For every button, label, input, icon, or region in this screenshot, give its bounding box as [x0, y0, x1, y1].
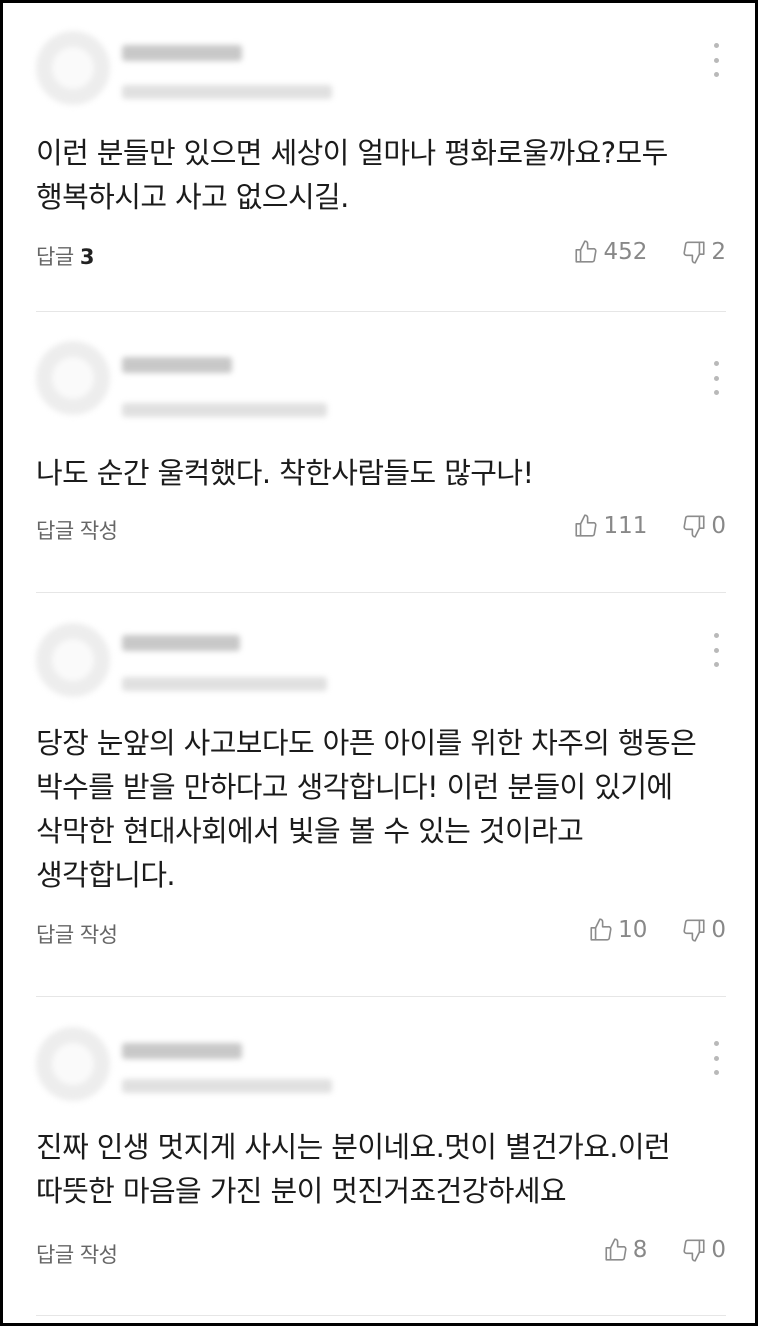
more-options-button[interactable]	[708, 633, 724, 667]
like-button[interactable]: 111	[573, 513, 647, 539]
like-count: 452	[603, 239, 648, 265]
avatar[interactable]	[36, 1027, 110, 1101]
divider	[36, 311, 726, 312]
more-vertical-icon	[713, 1041, 719, 1046]
comment-item: 진짜 인생 멋지게 사시는 분이네요.멋이 별건가요.이런 따뜻한 마음을 가진…	[36, 997, 726, 1317]
thumbs-up-icon	[575, 514, 598, 537]
more-vertical-icon	[713, 361, 719, 366]
thumbs-down-icon	[683, 1239, 705, 1262]
reply-button[interactable]: 답글 작성	[36, 919, 118, 949]
reply-count: 3	[79, 245, 95, 269]
vote-group: 452 2	[573, 239, 726, 265]
comment-item: 당장 눈앞의 사고보다도 아픈 아이를 위한 차주의 행동은 박수를 받을 만하…	[36, 593, 726, 997]
reply-button[interactable]: 답글 작성	[36, 1239, 118, 1269]
more-options-button[interactable]	[708, 1041, 724, 1075]
username-blurred[interactable]	[122, 1043, 242, 1059]
divider	[36, 1315, 726, 1316]
thumbs-down-icon	[683, 515, 705, 538]
like-count: 111	[603, 513, 648, 539]
dislike-count: 0	[711, 1237, 726, 1263]
thumbs-down-icon	[683, 241, 705, 264]
dislike-count: 0	[711, 917, 726, 943]
thumbs-up-icon	[575, 240, 598, 263]
timestamp-blurred	[122, 403, 327, 417]
timestamp-blurred	[122, 1079, 332, 1093]
like-button[interactable]: 452	[573, 239, 647, 265]
reply-button[interactable]: 답글 3	[36, 241, 94, 271]
like-count: 8	[632, 1237, 648, 1263]
dislike-button[interactable]: 2	[681, 239, 726, 265]
comment-item: 나도 순간 울컥했다. 착한사람들도 많구나! 답글 작성 111 0	[36, 313, 726, 593]
comment-text: 이런 분들만 있으면 세상이 얼마나 평화로울까요?모두 행복하시고 사고 없으…	[36, 136, 668, 214]
more-options-button[interactable]	[708, 43, 724, 77]
thumbs-up-icon	[605, 1238, 627, 1261]
reply-button[interactable]: 답글 작성	[36, 515, 118, 545]
dislike-button[interactable]: 0	[681, 513, 726, 539]
like-button[interactable]: 10	[588, 917, 647, 943]
comment-text: 진짜 인생 멋지게 사시는 분이네요.멋이 별건가요.이런 따뜻한 마음을 가진…	[36, 1130, 671, 1208]
comment-text: 나도 순간 울컥했다. 착한사람들도 많구나!	[36, 456, 534, 490]
thumbs-up-icon	[590, 918, 612, 941]
more-vertical-icon	[713, 633, 719, 638]
more-vertical-icon	[713, 43, 719, 48]
timestamp-blurred	[122, 677, 327, 691]
username-blurred[interactable]	[122, 635, 240, 651]
avatar[interactable]	[36, 341, 110, 415]
vote-group: 8 0	[603, 1237, 726, 1263]
username-blurred[interactable]	[122, 357, 232, 373]
dislike-count: 2	[711, 239, 726, 265]
avatar[interactable]	[36, 31, 110, 105]
like-count: 10	[618, 917, 648, 943]
dislike-button[interactable]: 0	[681, 1237, 726, 1263]
comment-text: 당장 눈앞의 사고보다도 아픈 아이를 위한 차주의 행동은 박수를 받을 만하…	[36, 726, 697, 892]
timestamp-blurred	[122, 85, 332, 99]
vote-group: 10 0	[588, 917, 726, 943]
comment-list: 이런 분들만 있으면 세상이 얼마나 평화로울까요?모두 행복하시고 사고 없으…	[0, 0, 758, 1326]
thumbs-down-icon	[683, 919, 705, 942]
comment-item: 이런 분들만 있으면 세상이 얼마나 평화로울까요?모두 행복하시고 사고 없으…	[36, 3, 726, 313]
username-blurred[interactable]	[122, 45, 242, 61]
vote-group: 111 0	[573, 513, 726, 539]
dislike-button[interactable]: 0	[681, 917, 726, 943]
avatar[interactable]	[36, 623, 110, 697]
like-button[interactable]: 8	[603, 1237, 648, 1263]
dislike-count: 0	[711, 513, 726, 539]
more-options-button[interactable]	[708, 361, 724, 395]
